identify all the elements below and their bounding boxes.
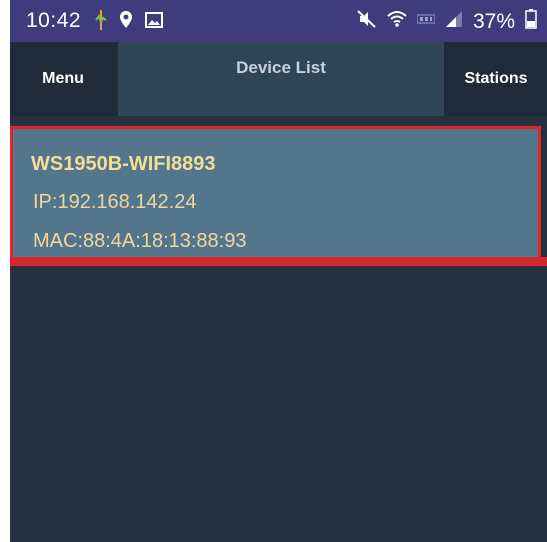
device-name: WS1950B-WIFI8893 (31, 153, 216, 175)
phone-screen: 10:42 37% Menu Device List Stations WS19… (10, 0, 547, 542)
menu-button-label: Menu (42, 70, 84, 87)
image-icon (145, 12, 163, 33)
lte-icon (416, 12, 436, 31)
menu-button[interactable]: Menu (10, 42, 116, 116)
stations-button[interactable]: Stations (445, 42, 547, 116)
status-left-icons (95, 10, 163, 35)
status-right-icons: 37% (357, 9, 537, 34)
device-list-item[interactable]: WS1950B-WIFI8893 IP:192.168.142.24 MAC:8… (10, 126, 541, 263)
stations-button-label: Stations (464, 70, 528, 87)
status-time: 10:42 (26, 9, 82, 32)
title-box: Device List (118, 42, 444, 116)
mute-icon (357, 9, 377, 34)
status-bar: 10:42 37% (10, 0, 547, 42)
battery-percent: 37% (472, 9, 515, 33)
device-mac: MAC:88:4A:18:13:88:93 (33, 230, 247, 252)
activity-icon (95, 10, 107, 35)
signal-icon (445, 10, 463, 33)
page-title: Device List (236, 58, 326, 77)
wifi-icon (387, 9, 407, 34)
location-pin-icon (119, 10, 133, 35)
app-header: Menu Device List Stations (10, 42, 547, 116)
highlight-bottom-bar (10, 257, 547, 266)
device-ip: IP:192.168.142.24 (33, 191, 197, 213)
battery-icon (525, 9, 537, 34)
